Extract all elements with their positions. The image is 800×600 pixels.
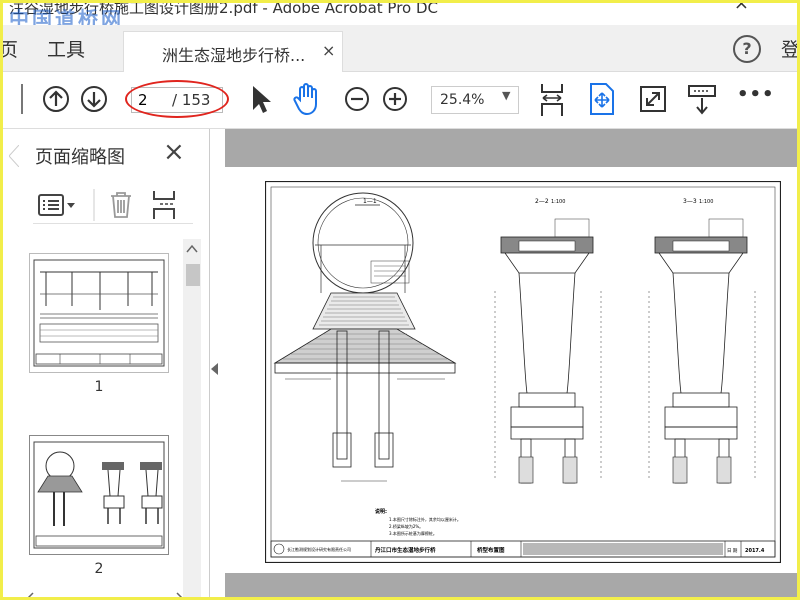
section-label-2: 2—2 bbox=[535, 198, 549, 205]
collapse-panel-icon[interactable] bbox=[211, 363, 218, 375]
help-icon[interactable]: ? bbox=[733, 35, 761, 63]
drawing-name: 桥型布置图 bbox=[477, 546, 505, 554]
thumbnail-page-number: 1 bbox=[94, 379, 104, 395]
section-scale-3: 1:100 bbox=[699, 199, 713, 205]
zoom-in-icon[interactable] bbox=[381, 85, 409, 113]
company-name: 长江勘测规划设计研究有限责任公司 bbox=[287, 546, 351, 552]
panel-title: 页面缩略图 bbox=[35, 147, 125, 168]
fit-width-icon[interactable] bbox=[539, 82, 565, 118]
more-tools-icon[interactable]: ••• bbox=[737, 84, 775, 105]
divider-icon bbox=[21, 84, 23, 114]
thumbnail-list: 1 2 bbox=[23, 239, 185, 597]
thumbnail-preview bbox=[33, 441, 165, 549]
zoom-level-select[interactable]: 25.4% ▼ bbox=[431, 86, 519, 114]
next-page-icon[interactable] bbox=[79, 84, 109, 114]
panel-close-icon[interactable]: × bbox=[163, 137, 185, 167]
thumbnails-panel: 页面缩略图 × 1 2 bbox=[3, 129, 210, 600]
select-cursor-icon[interactable] bbox=[249, 84, 273, 116]
tab-document-label: 洲生态湿地步行桥... bbox=[162, 46, 306, 65]
thumbnail-preview bbox=[33, 259, 165, 367]
pdf-page: 1—1 2—2 1:100 3—3 1:100 说明: 1.本图尺寸除标注外，其… bbox=[225, 167, 797, 573]
zoom-out-icon[interactable] bbox=[343, 85, 371, 113]
redacted-block bbox=[523, 543, 723, 555]
tab-document[interactable]: 洲生态湿地步行桥... × bbox=[123, 31, 343, 72]
zoom-level-value: 25.4% bbox=[440, 92, 485, 108]
full-screen-icon[interactable] bbox=[639, 85, 667, 113]
panel-pointer-icon bbox=[9, 145, 19, 167]
notes-title: 说明: bbox=[375, 508, 387, 515]
date-label: 日 期 bbox=[727, 548, 738, 554]
thumbnail-page-number: 2 bbox=[94, 561, 104, 577]
tab-bar: 页 工具 洲生态湿地步行桥... × ? 登 bbox=[3, 25, 797, 72]
drawing-date: 2017.4 bbox=[745, 548, 765, 554]
note-line: 2.桥梁纵坡为2%。 bbox=[389, 523, 423, 529]
page-gap bbox=[225, 129, 797, 167]
fit-page-icon[interactable] bbox=[589, 82, 615, 116]
section-label-1: 1—1 bbox=[363, 198, 377, 205]
highlight-annotation bbox=[125, 80, 229, 118]
window-close-icon[interactable]: × bbox=[734, 3, 749, 14]
panel-toolbar bbox=[33, 187, 193, 224]
thumbnail-page-1[interactable] bbox=[29, 253, 169, 373]
company-logo-icon bbox=[273, 543, 285, 555]
chevron-down-icon: ▼ bbox=[502, 89, 511, 102]
divider-icon bbox=[93, 189, 95, 221]
read-mode-icon[interactable] bbox=[687, 84, 717, 116]
tab-tools[interactable]: 工具 bbox=[47, 35, 85, 62]
insert-page-icon[interactable] bbox=[151, 189, 177, 221]
document-view[interactable]: 1—1 2—2 1:100 3—3 1:100 说明: 1.本图尺寸除标注外，其… bbox=[225, 129, 797, 597]
title-bar: 注谷湿地步行桥施工图设计图册2.pdf - Adobe Acrobat Pro … bbox=[3, 3, 797, 31]
page-gap bbox=[225, 573, 797, 597]
note-line: 3.本图所示桩基为摩擦桩。 bbox=[389, 530, 437, 536]
thumbnail-scrollbar[interactable] bbox=[183, 239, 201, 597]
sign-in-button[interactable]: 登 bbox=[781, 35, 797, 62]
horizontal-scrollbar[interactable] bbox=[25, 591, 185, 600]
scroll-up-icon[interactable] bbox=[186, 243, 198, 253]
project-name: 丹江口市生态湿地步行桥 bbox=[375, 546, 436, 554]
thumbnail-scrollbar-thumb[interactable] bbox=[186, 264, 200, 286]
tab-close-icon[interactable]: × bbox=[322, 41, 335, 60]
hand-tool-icon[interactable] bbox=[291, 82, 323, 116]
previous-page-icon[interactable] bbox=[41, 84, 71, 114]
thumbnail-page-2[interactable] bbox=[29, 435, 169, 555]
section-scale-2: 1:100 bbox=[551, 199, 565, 205]
note-line: 1.本图尺寸除标注外，其余均以厘米计。 bbox=[389, 516, 461, 522]
section-label-3: 3—3 bbox=[683, 198, 697, 205]
options-menu-icon[interactable] bbox=[37, 193, 77, 217]
main-toolbar: / 153 25.4% ▼ bbox=[3, 72, 797, 129]
app-window: 注谷湿地步行桥施工图设计图册2.pdf - Adobe Acrobat Pro … bbox=[0, 0, 800, 600]
delete-page-icon[interactable] bbox=[109, 191, 133, 219]
tab-home[interactable]: 页 bbox=[3, 35, 18, 62]
bridge-drawing: 1—1 2—2 1:100 3—3 1:100 说明: 1.本图尺寸除标注外，其… bbox=[265, 181, 781, 563]
